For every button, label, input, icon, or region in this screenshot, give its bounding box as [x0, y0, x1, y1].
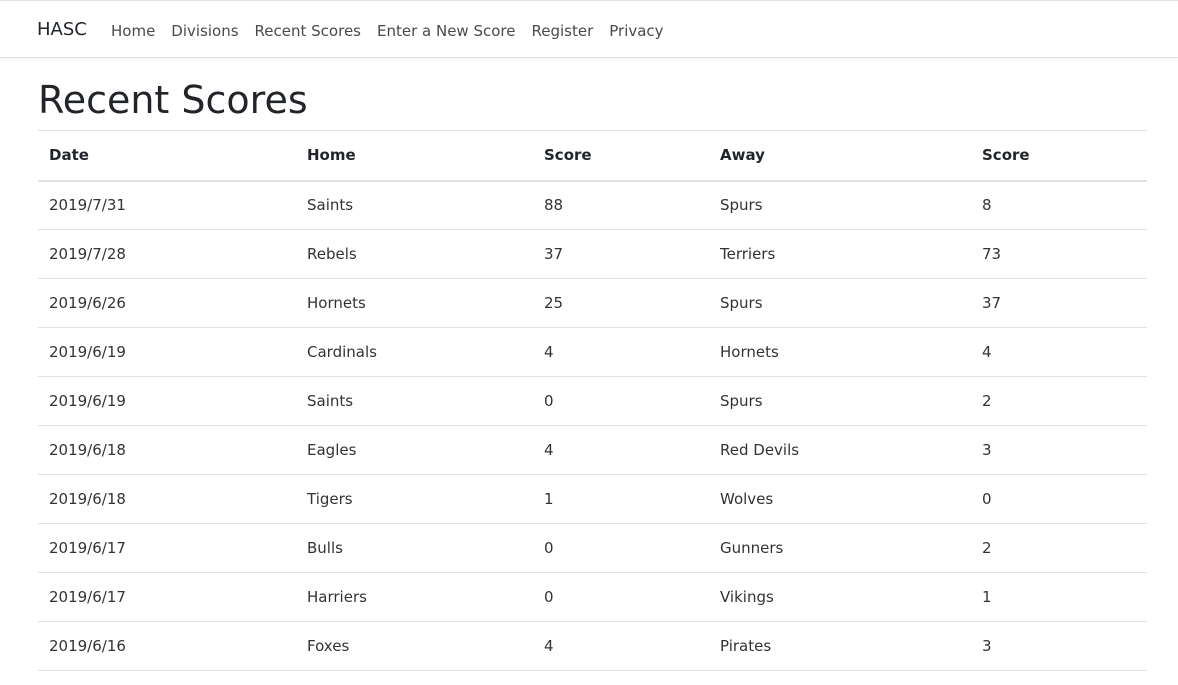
cell-home-score: 88: [533, 180, 709, 230]
cell-away: Spurs: [709, 376, 971, 426]
nav-link-home[interactable]: Home: [111, 21, 155, 41]
cell-home-score: 37: [533, 229, 709, 279]
table-row: 2019/6/16 Foxes 4 Pirates 3: [38, 621, 1147, 671]
cell-away-score: 4: [971, 327, 1147, 377]
top-navbar: HASC Home Divisions Recent Scores Enter …: [0, 0, 1178, 58]
cell-away-score: 3: [971, 425, 1147, 475]
cell-away: Terriers: [709, 229, 971, 279]
table-row: 2019/6/19 Cardinals 4 Hornets 4: [38, 327, 1147, 377]
scores-table: Date Home Score Away Score 2019/7/31 Sai…: [38, 130, 1147, 671]
cell-date: 2019/6/19: [38, 327, 296, 377]
cell-away-score: 2: [971, 523, 1147, 573]
cell-away: Spurs: [709, 180, 971, 230]
cell-date: 2019/6/17: [38, 523, 296, 573]
brand-link[interactable]: HASC: [37, 19, 87, 41]
cell-date: 2019/6/26: [38, 278, 296, 328]
cell-away-score: 2: [971, 376, 1147, 426]
cell-away: Pirates: [709, 621, 971, 671]
cell-home: Saints: [296, 180, 533, 230]
cell-home-score: 0: [533, 572, 709, 622]
table-row: 2019/7/28 Rebels 37 Terriers 73: [38, 229, 1147, 279]
table-row: 2019/6/18 Eagles 4 Red Devils 3: [38, 425, 1147, 475]
cell-date: 2019/6/16: [38, 621, 296, 671]
cell-away-score: 0: [971, 474, 1147, 524]
header-away-score: Score: [971, 130, 1147, 182]
cell-away-score: 37: [971, 278, 1147, 328]
cell-away: Vikings: [709, 572, 971, 622]
cell-date: 2019/6/18: [38, 425, 296, 475]
table-row: 2019/6/17 Harriers 0 Vikings 1: [38, 572, 1147, 622]
cell-away-score: 3: [971, 621, 1147, 671]
cell-home: Tigers: [296, 474, 533, 524]
cell-away-score: 73: [971, 229, 1147, 279]
table-row: 2019/6/19 Saints 0 Spurs 2: [38, 376, 1147, 426]
header-home-score: Score: [533, 130, 709, 182]
table-row: 2019/6/26 Hornets 25 Spurs 37: [38, 278, 1147, 328]
nav-link-recent-scores[interactable]: Recent Scores: [255, 21, 361, 41]
cell-home: Eagles: [296, 425, 533, 475]
header-away: Away: [709, 130, 971, 182]
cell-home: Hornets: [296, 278, 533, 328]
cell-home: Cardinals: [296, 327, 533, 377]
cell-home: Rebels: [296, 229, 533, 279]
cell-date: 2019/6/19: [38, 376, 296, 426]
cell-home-score: 0: [533, 376, 709, 426]
cell-date: 2019/7/31: [38, 180, 296, 230]
cell-home-score: 25: [533, 278, 709, 328]
cell-home-score: 4: [533, 621, 709, 671]
nav-link-enter-score[interactable]: Enter a New Score: [377, 21, 516, 41]
cell-home-score: 0: [533, 523, 709, 573]
cell-home-score: 4: [533, 425, 709, 475]
header-date: Date: [38, 130, 296, 182]
header-home: Home: [296, 130, 533, 182]
cell-away: Gunners: [709, 523, 971, 573]
nav-link-privacy[interactable]: Privacy: [609, 21, 663, 41]
cell-home: Saints: [296, 376, 533, 426]
cell-date: 2019/7/28: [38, 229, 296, 279]
cell-home: Harriers: [296, 572, 533, 622]
nav-link-divisions[interactable]: Divisions: [171, 21, 238, 41]
cell-away: Red Devils: [709, 425, 971, 475]
nav-link-register[interactable]: Register: [531, 21, 593, 41]
cell-away: Hornets: [709, 327, 971, 377]
table-row: 2019/6/18 Tigers 1 Wolves 0: [38, 474, 1147, 524]
page-title: Recent Scores: [38, 78, 308, 122]
cell-away-score: 8: [971, 180, 1147, 230]
nav-links: Home Divisions Recent Scores Enter a New…: [111, 21, 680, 41]
cell-home-score: 4: [533, 327, 709, 377]
cell-away-score: 1: [971, 572, 1147, 622]
cell-away: Spurs: [709, 278, 971, 328]
cell-away: Wolves: [709, 474, 971, 524]
table-row: 2019/7/31 Saints 88 Spurs 8: [38, 180, 1147, 230]
cell-home: Foxes: [296, 621, 533, 671]
cell-date: 2019/6/17: [38, 572, 296, 622]
table-row: 2019/6/17 Bulls 0 Gunners 2: [38, 523, 1147, 573]
table-header-row: Date Home Score Away Score: [38, 130, 1147, 182]
cell-date: 2019/6/18: [38, 474, 296, 524]
cell-home: Bulls: [296, 523, 533, 573]
cell-home-score: 1: [533, 474, 709, 524]
